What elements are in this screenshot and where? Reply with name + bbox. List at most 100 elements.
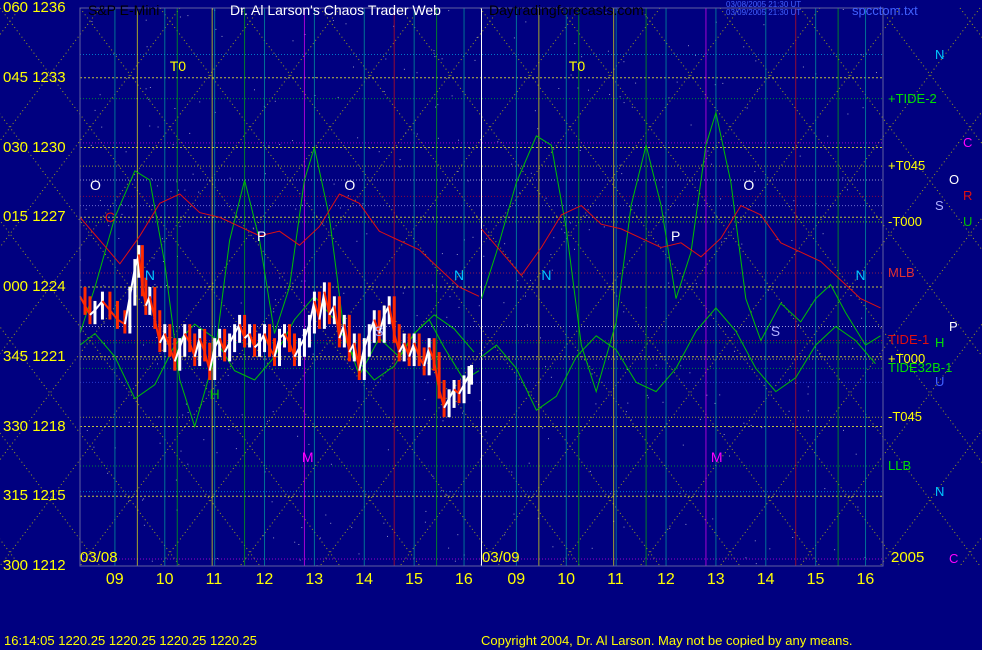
star-dot — [827, 135, 829, 137]
star-dot — [712, 518, 714, 520]
level-label: C — [963, 134, 973, 150]
star-dot — [473, 320, 475, 322]
star-dot — [458, 306, 460, 308]
star-dot — [131, 206, 133, 208]
forecast-curve — [481, 110, 881, 394]
star-dot — [676, 81, 678, 83]
star-dot — [807, 410, 809, 412]
star-dot — [435, 106, 437, 108]
star-dot — [403, 68, 405, 70]
star-dot — [143, 524, 145, 526]
star-dot — [356, 240, 358, 242]
x-tick-label: 15 — [405, 571, 423, 588]
x-tick-label: 09 — [507, 571, 526, 588]
star-dot — [528, 462, 530, 464]
star-dot — [603, 226, 605, 228]
star-dot — [449, 296, 451, 298]
star-dot — [216, 558, 218, 559]
star-dot — [383, 522, 385, 524]
star-dot — [424, 399, 426, 401]
chart-marker: O — [344, 176, 356, 193]
star-dot — [550, 376, 552, 378]
star-dot — [513, 513, 515, 515]
star-dot — [619, 96, 621, 98]
star-dot — [822, 233, 824, 235]
star-dot — [454, 560, 456, 562]
star-dot — [570, 74, 572, 76]
level-label: H — [935, 334, 945, 350]
x-tick-label: 09 — [105, 571, 124, 588]
star-dot — [264, 173, 266, 175]
star-dot — [279, 144, 281, 145]
star-dot — [387, 535, 388, 537]
star-dot — [792, 537, 794, 538]
star-dot — [462, 412, 463, 414]
forecast-curve — [481, 307, 876, 411]
star-dot — [101, 126, 103, 128]
star-dot — [107, 472, 109, 474]
star-dot — [558, 88, 560, 89]
star-dot — [241, 414, 243, 416]
star-dot — [383, 91, 385, 92]
star-dot — [108, 225, 110, 227]
star-dot — [399, 166, 401, 168]
star-dot — [724, 237, 726, 239]
star-dot — [755, 563, 757, 565]
star-dot — [353, 66, 354, 68]
star-dot — [662, 186, 664, 188]
star-dot — [192, 173, 194, 175]
star-dot — [662, 401, 664, 403]
star-dot — [402, 292, 404, 294]
star-dot — [457, 534, 459, 536]
star-dot — [791, 240, 793, 241]
star-dot — [146, 46, 148, 48]
x-tick-label: 13 — [706, 571, 725, 588]
level-label: MLB — [888, 265, 915, 281]
star-dot — [743, 46, 745, 48]
star-dot — [292, 140, 293, 142]
star-dot — [734, 350, 735, 352]
star-dot — [273, 311, 275, 313]
star-dot — [472, 236, 474, 238]
y-tick-label: 345 1221 — [3, 347, 66, 365]
star-dot — [187, 412, 189, 413]
star-dot — [530, 279, 531, 281]
star-dot — [228, 429, 230, 430]
y-tick-label: 300 1212 — [3, 557, 66, 574]
y-tick-label: 000 1224 — [3, 278, 66, 295]
star-dot — [121, 213, 123, 215]
level-label: N — [935, 483, 945, 499]
star-dot — [442, 420, 444, 422]
star-dot — [149, 87, 151, 88]
star-dot — [688, 45, 689, 47]
star-dot — [707, 150, 709, 152]
star-dot — [693, 203, 695, 205]
star-dot — [776, 239, 778, 241]
star-dot — [680, 365, 682, 367]
star-dot — [754, 171, 756, 173]
star-dot — [416, 72, 418, 74]
star-dot — [128, 421, 130, 423]
star-dot — [714, 402, 716, 404]
star-dot — [588, 89, 589, 91]
price-segment — [468, 373, 472, 377]
star-dot — [723, 434, 725, 435]
star-dot — [366, 233, 368, 235]
star-dot — [299, 559, 301, 561]
star-dot — [503, 302, 505, 304]
star-dot — [179, 225, 181, 227]
star-dot — [441, 490, 443, 492]
chart-marker: N — [541, 267, 552, 284]
star-dot — [437, 104, 439, 106]
star-dot — [761, 427, 763, 429]
chart-marker: M — [710, 448, 723, 465]
star-dot — [623, 311, 625, 313]
star-dot — [591, 547, 593, 549]
year-label: 2005 — [891, 549, 925, 566]
star-dot — [855, 453, 857, 455]
star-dot — [504, 534, 506, 536]
star-dot — [570, 222, 571, 224]
x-tick-label: 14 — [756, 571, 775, 588]
level-label: U — [935, 374, 945, 390]
star-dot — [297, 435, 299, 437]
